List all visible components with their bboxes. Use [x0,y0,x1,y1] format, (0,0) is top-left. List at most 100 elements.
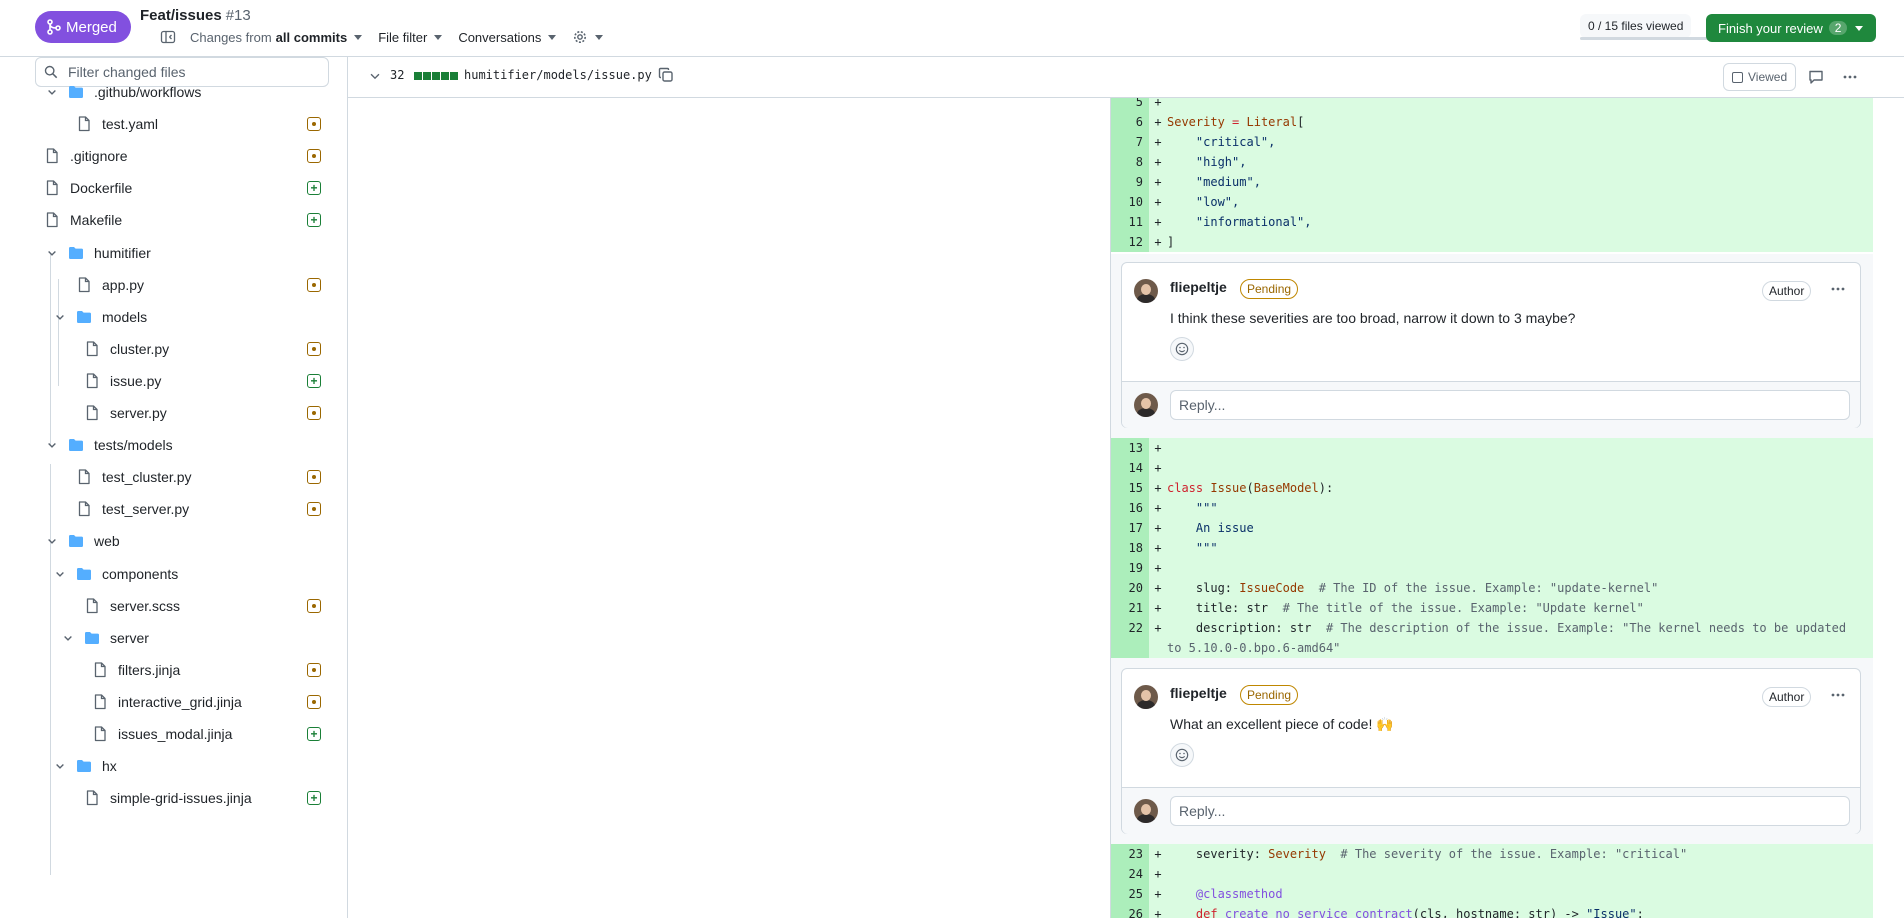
code-line: 13 + [1111,438,1873,458]
line-number: 25 [1111,884,1149,904]
chevron-down-icon[interactable] [52,311,68,323]
comment-icon[interactable] [1808,69,1824,85]
line-number: 24 [1111,864,1149,884]
conversations-dropdown[interactable]: Conversations [458,29,557,45]
avatar[interactable] [1134,279,1158,303]
tree-item-label: hx [102,758,117,775]
avatar[interactable] [1134,685,1158,709]
code-line: 10 + "low", [1111,192,1873,212]
comment-author[interactable]: fliepeltje [1170,685,1227,701]
code-text: class Issue(BaseModel): [1167,481,1334,495]
tree-file-item[interactable]: simple-grid-issues.jinja [84,782,252,814]
code-line: 21 + title: str # The title of the issue.… [1111,598,1873,618]
file-modified-icon [307,502,321,517]
chevron-down-icon[interactable] [52,760,68,772]
file-modified-icon [307,598,321,613]
reply-input[interactable] [1170,390,1850,420]
sidebar-collapse-icon [160,30,176,44]
finish-review-label: Finish your review [1718,20,1823,36]
tree-item-label: models [102,308,148,325]
tree-folder-item[interactable]: .github/workflows [44,76,201,108]
finish-review-button[interactable]: Finish your review 2 [1706,14,1876,42]
tree-file-item[interactable]: app.py [76,269,144,301]
line-number: 6 [1111,112,1149,132]
line-number: 14 [1111,458,1149,478]
tree-folder-item[interactable]: web [44,525,120,557]
chevron-down-icon[interactable] [44,247,60,259]
file-modified-icon [307,662,321,677]
line-number: 16 [1111,498,1149,518]
kebab-menu-icon[interactable] [1830,692,1846,698]
tree-file-item[interactable]: Makefile [44,204,122,236]
chevron-down-icon[interactable] [60,632,76,644]
file-path[interactable]: humitifier/models/issue.py [464,68,652,82]
reply-row [1122,381,1860,428]
add-reaction-button[interactable] [1170,743,1194,767]
added-code-block: 13 + 14 + 15 + class Issue(BaseModel): 16 + "… [1111,438,1873,658]
comment-author[interactable]: fliepeltje [1170,279,1227,295]
tree-item-label: test.yaml [102,116,159,133]
diffstat-bar [414,72,458,80]
tree-file-item[interactable]: server.scss [84,590,180,622]
tree-file-item[interactable]: cluster.py [84,333,169,365]
reply-input[interactable] [1170,796,1850,826]
tree-item-label: .github/workflows [94,84,202,100]
files-viewed-progress [1580,37,1708,40]
file-icon [76,276,92,293]
tree-file-item[interactable]: issues_modal.jinja [92,718,232,750]
file-changes-count: 32 [390,68,405,82]
sidebar-toggle-button[interactable] [160,29,176,45]
viewed-checkbox-button[interactable]: Viewed [1723,63,1797,91]
author-label: Author [1762,281,1812,301]
tree-file-item[interactable]: .gitignore [44,140,128,172]
line-number: 18 [1111,538,1149,558]
tree-file-item[interactable]: issue.py [84,365,161,397]
kebab-menu-icon[interactable] [1842,69,1858,85]
line-number: 20 [1111,578,1149,598]
diff-settings-dropdown[interactable] [572,29,604,45]
file-filter-dropdown[interactable]: File filter [378,30,443,45]
chevron-down-icon[interactable] [44,439,60,451]
copy-icon[interactable] [658,67,674,83]
tree-file-item[interactable]: test.yaml [76,108,158,140]
chevron-down-icon[interactable] [368,69,382,83]
tree-folder-item[interactable]: components [52,558,178,590]
tree-item-label: server [110,629,149,646]
conversations-label: Conversations [458,29,542,45]
tree-file-item[interactable]: Dockerfile [44,172,132,204]
file-tree-sidebar: .github/workflows test.yaml .gitignore Dock… [0,57,348,918]
tree-folder-item[interactable]: models [52,301,147,333]
file-modified-icon [307,277,321,292]
kebab-menu-icon[interactable] [1830,286,1846,292]
chevron-down-icon[interactable] [44,535,60,547]
changes-from-dropdown[interactable]: Changes from all commits [190,30,363,45]
tree-item-label: components [102,565,179,582]
tree-file-item[interactable]: filters.jinja [92,654,180,686]
pending-badge: Pending [1240,279,1299,299]
tree-folder-item[interactable]: humitifier [44,237,151,269]
file-icon [84,373,100,389]
tree-item-label: issue.py [110,372,162,389]
tree-file-item[interactable]: server.py [84,397,167,429]
file-icon [92,726,108,742]
add-reaction-button[interactable] [1170,337,1194,361]
tree-item-label: web [94,533,120,550]
code-text: An issue [1167,521,1254,535]
tree-folder-item[interactable]: tests/models [44,429,173,461]
tree-folder-item[interactable]: server [60,622,149,654]
file-icon [84,790,100,806]
line-number: 12 [1111,232,1149,252]
code-text: "low", [1167,195,1240,209]
chevron-down-icon[interactable] [52,568,68,580]
tree-file-item[interactable]: test_server.py [76,493,189,525]
tree-item-label: filters.jinja [118,661,181,678]
chevron-down-icon[interactable] [44,86,60,98]
tree-file-item[interactable]: interactive_grid.jinja [92,686,242,718]
file-header: 32 humitifier/models/issue.py Viewed [348,57,1904,98]
tree-folder-item[interactable]: hx [52,750,117,782]
code-line: 12 +] [1111,232,1873,252]
pr-header: Merged Feat/issues #13 Changes from all c… [0,0,1904,57]
tree-file-item[interactable]: test_cluster.py [76,461,192,493]
code-text: "medium", [1167,175,1261,189]
file-modified-icon [307,341,321,356]
